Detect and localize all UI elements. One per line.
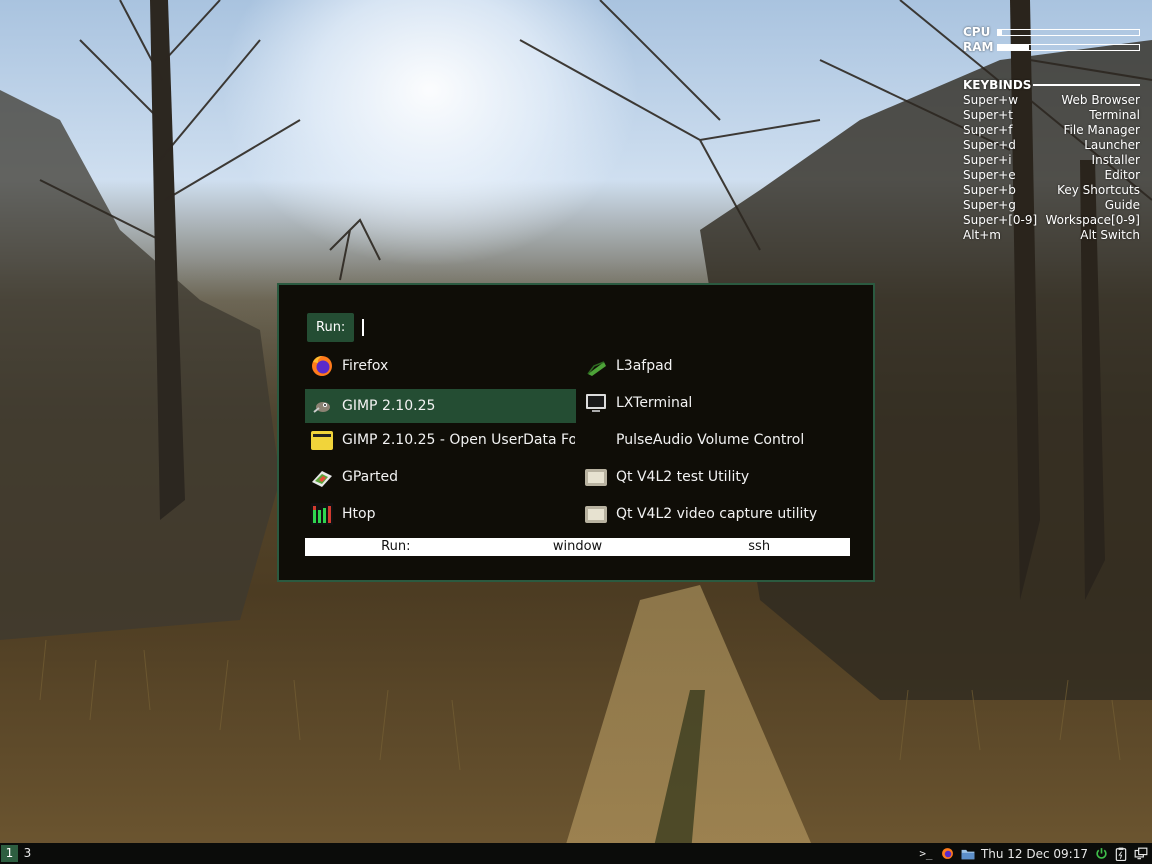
cpu-meter	[997, 29, 1140, 36]
keybind-key: Super+e	[963, 168, 1016, 182]
keybind-key: Super+i	[963, 153, 1012, 167]
folder-icon	[310, 428, 334, 452]
launcher-item-gimp[interactable]: GIMP 2.10.25	[305, 389, 576, 423]
keybind-action: File Manager	[1063, 123, 1141, 137]
launcher-item-qv4l2-test[interactable]: Qt V4L2 test Utility	[579, 460, 849, 494]
keybind-row: Super+f File Manager	[963, 123, 1140, 138]
search-input-caret[interactable]	[362, 319, 364, 336]
keybind-key: Super+w	[963, 93, 1019, 107]
launcher-item-firefox[interactable]: Firefox	[305, 349, 575, 383]
mode-button-run[interactable]: Run:	[305, 538, 487, 556]
workspace-button-1[interactable]: 1	[1, 845, 18, 862]
launcher-item-label: GIMP 2.10.25 - Open UserData Fo...	[342, 432, 575, 448]
cpu-label: CPU	[963, 25, 991, 39]
ram-label: RAM	[963, 40, 994, 54]
clipboard-icon[interactable]	[1114, 847, 1128, 861]
keybind-action: Workspace[0-9]	[1045, 213, 1140, 227]
keybind-key: Super+[0-9]	[963, 213, 1038, 227]
launcher-item-label: Qt V4L2 test Utility	[616, 469, 750, 485]
launcher-item-label: Firefox	[342, 358, 389, 374]
keybind-row: Super+g Guide	[963, 198, 1140, 213]
app-launcher: Run: Firefox GIMP 2.10.25 GIMP 2.10.25 -…	[277, 283, 875, 582]
launcher-item-l3afpad[interactable]: L3afpad	[579, 349, 849, 383]
terminal-icon	[584, 391, 608, 415]
launcher-item-gimp-open-userdata[interactable]: GIMP 2.10.25 - Open UserData Fo...	[305, 423, 575, 457]
keybind-row: Super+i Installer	[963, 153, 1140, 168]
keybind-row: Alt+m Alt Switch	[963, 228, 1140, 243]
power-icon[interactable]	[1094, 847, 1108, 861]
ram-meter-row: RAM	[963, 40, 1140, 55]
keybind-key: Super+f	[963, 123, 1013, 137]
launcher-item-label: PulseAudio Volume Control	[616, 432, 805, 448]
htop-icon	[310, 502, 334, 526]
l3afpad-icon	[584, 354, 608, 378]
terminal-launch-icon[interactable]: >_	[917, 847, 935, 861]
keybind-row: Super+w Web Browser	[963, 93, 1140, 108]
firefox-launch-icon[interactable]	[941, 847, 955, 861]
launcher-item-gparted[interactable]: GParted	[305, 460, 575, 494]
cpu-meter-fill	[998, 30, 1003, 35]
keybinds-title: KEYBINDS	[963, 77, 1032, 92]
gimp-icon	[310, 394, 334, 418]
keybind-action: Guide	[1104, 198, 1140, 212]
launcher-item-label: GParted	[342, 469, 398, 485]
keybind-action: Editor	[1104, 168, 1140, 182]
keybind-action: Installer	[1091, 153, 1140, 167]
volume-icon	[584, 428, 608, 452]
taskbar: 1 3 >_ Thu 12 Dec 09:17	[0, 843, 1152, 864]
cpu-meter-row: CPU	[963, 25, 1140, 40]
keybind-row: Super+e Editor	[963, 168, 1140, 183]
gparted-icon	[310, 465, 334, 489]
launcher-item-qv4l2-capture[interactable]: Qt V4L2 video capture utility	[579, 497, 849, 531]
ram-meter-fill	[998, 45, 1030, 50]
clock[interactable]: Thu 12 Dec 09:17	[981, 847, 1088, 861]
firefox-icon	[310, 354, 334, 378]
launcher-item-lxterminal[interactable]: LXTerminal	[579, 386, 849, 420]
mode-button-ssh[interactable]: ssh	[668, 538, 850, 556]
keybind-key: Super+d	[963, 138, 1016, 152]
keybind-action: Terminal	[1089, 108, 1140, 122]
file-manager-launch-icon[interactable]	[961, 847, 975, 861]
keybind-row: Super+d Launcher	[963, 138, 1140, 153]
system-tray: >_ Thu 12 Dec 09:17	[917, 843, 1148, 864]
qv4l2-icon	[584, 502, 608, 526]
keybind-key: Super+b	[963, 183, 1016, 197]
run-prompt-label: Run:	[307, 313, 355, 342]
keybind-row: Super+t Terminal	[963, 108, 1140, 123]
launcher-item-label: L3afpad	[616, 358, 673, 374]
launcher-item-label: GIMP 2.10.25	[342, 398, 436, 414]
keybind-action: Web Browser	[1061, 93, 1140, 107]
qv4l2-icon	[584, 465, 608, 489]
conky-monitor: CPU RAM KEYBINDS Super+w Web Browser Super…	[963, 25, 1140, 243]
launcher-item-label: LXTerminal	[616, 395, 693, 411]
keybinds-list: Super+w Web Browser Super+t Terminal Super+f…	[963, 93, 1140, 243]
launcher-item-label: Qt V4L2 video capture utility	[616, 506, 818, 522]
mode-button-window[interactable]: window	[487, 538, 669, 556]
keybind-key: Super+t	[963, 108, 1013, 122]
keybind-key: Super+g	[963, 198, 1016, 212]
launcher-item-pulseaudio[interactable]: PulseAudio Volume Control	[579, 423, 849, 457]
keybind-key: Alt+m	[963, 228, 1001, 242]
keybind-row: Super+b Key Shortcuts	[963, 183, 1140, 198]
network-icon[interactable]	[1134, 847, 1148, 861]
keybinds-divider	[1033, 84, 1140, 86]
keybind-row: Super+[0-9] Workspace[0-9]	[963, 213, 1140, 228]
keybind-action: Key Shortcuts	[1057, 183, 1140, 197]
launcher-item-label: Htop	[342, 506, 376, 522]
ram-meter	[997, 44, 1140, 51]
keybinds-header: KEYBINDS	[963, 77, 1140, 93]
workspace-button-3[interactable]: 3	[19, 845, 36, 862]
keybind-action: Alt Switch	[1080, 228, 1140, 242]
keybind-action: Launcher	[1084, 138, 1140, 152]
launcher-item-htop[interactable]: Htop	[305, 497, 575, 531]
mode-switcher: Run: window ssh	[305, 538, 850, 556]
